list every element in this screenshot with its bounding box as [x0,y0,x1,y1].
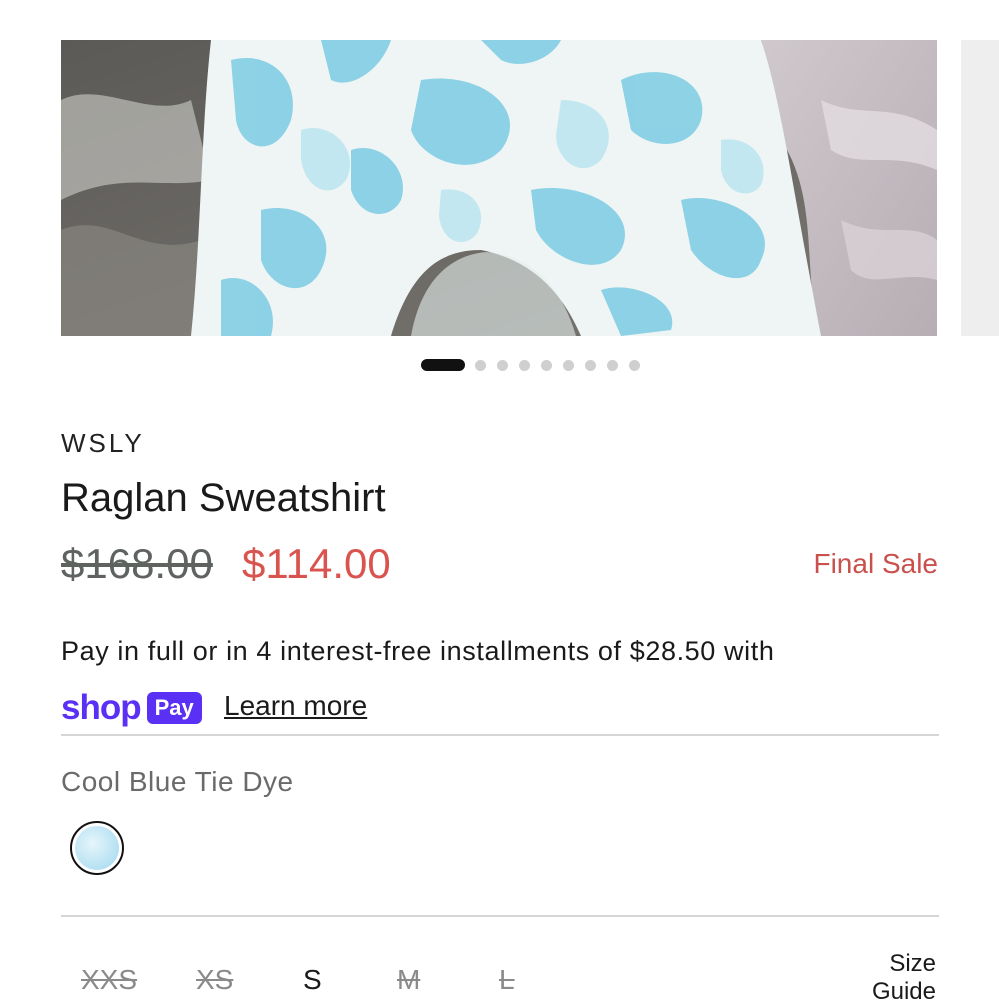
pagination-dot[interactable] [585,360,596,371]
product-title: Raglan Sweatshirt [61,476,386,520]
next-image-preview[interactable] [961,40,999,336]
color-swatch-cool-blue-tie-dye[interactable] [70,821,124,875]
pagination-dot[interactable] [563,360,574,371]
pagination-dot[interactable] [541,360,552,371]
sale-price: $114.00 [242,540,391,587]
size-option-xxs[interactable]: XXS [81,964,137,996]
original-price: $168.00 [61,540,213,587]
pagination-dot[interactable] [497,360,508,371]
shoppay-pill: Pay [146,692,202,724]
shoppay-word: shop [61,688,142,727]
pagination-dot[interactable] [475,360,486,371]
pagination-dot-active[interactable] [421,359,465,371]
carousel-pagination [0,358,999,372]
shoppay-logo: shop Pay [61,688,202,728]
installments-text: Pay in full or in 4 interest-free instal… [61,636,775,666]
product-image-carousel[interactable] [0,0,999,340]
size-guide-link[interactable]: Size Guide [872,950,936,1006]
divider [61,734,939,736]
size-option-s[interactable]: S [303,964,322,996]
product-brand[interactable]: WSLY [61,428,145,459]
pagination-dot[interactable] [607,360,618,371]
swatch-fill [75,826,119,870]
size-option-l[interactable]: L [499,964,515,996]
pagination-dot[interactable] [629,360,640,371]
product-image[interactable] [61,40,937,336]
final-sale-badge: Final Sale [813,548,938,579]
pagination-dot[interactable] [519,360,530,371]
size-option-m[interactable]: M [397,964,420,996]
learn-more-link[interactable]: Learn more [224,690,367,722]
selected-color-label: Cool Blue Tie Dye [61,766,294,797]
size-guide-line2: Guide [871,978,936,1005]
size-option-xs[interactable]: XS [196,964,233,996]
divider [61,915,939,917]
size-guide-line1: Size [889,950,936,977]
